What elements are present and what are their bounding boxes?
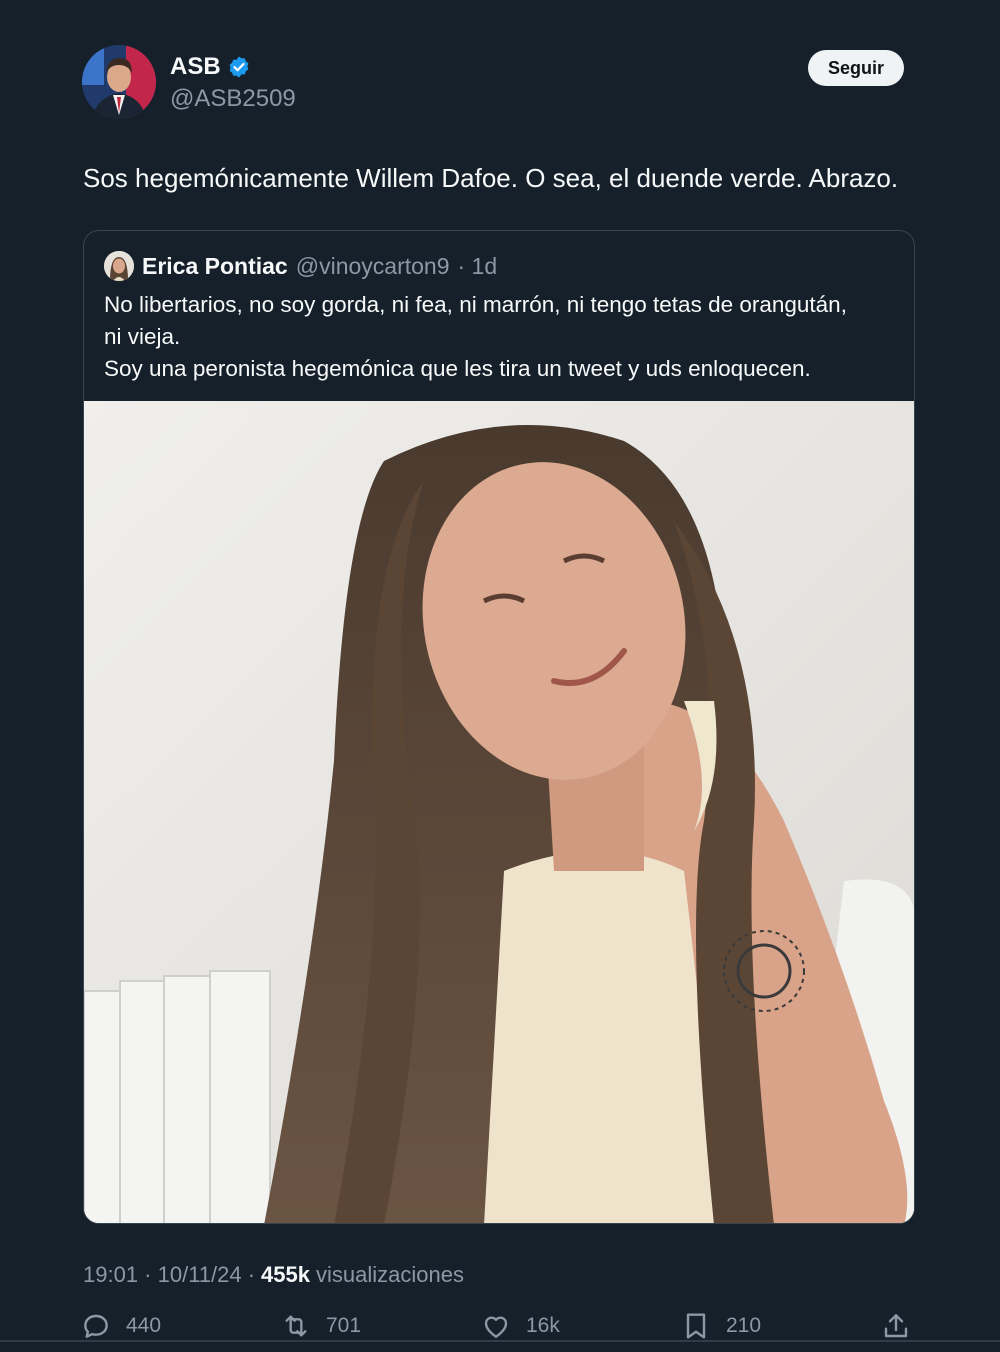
tweet-timestamp[interactable]: 19:01 · 10/11/24 · [83, 1262, 255, 1288]
views-count[interactable]: 455k [261, 1262, 310, 1288]
reply-count: 440 [126, 1314, 162, 1337]
quoted-tweet-header: Erica Pontiac @vinoycarton9 · 1d [104, 251, 497, 281]
quoted-tweet-line: ni vieja. [104, 324, 181, 349]
reply-icon [84, 1314, 108, 1338]
retweet-button[interactable]: 701 [280, 1310, 361, 1342]
tweet-meta: 19:01 · 10/11/24 · 455k visualizaciones [83, 1262, 464, 1288]
like-button[interactable]: 16k [480, 1310, 560, 1342]
author-handle[interactable]: @ASB2509 [170, 85, 296, 113]
divider [0, 1340, 1000, 1342]
quoted-tweet-photo[interactable] [84, 401, 914, 1223]
bookmark-button[interactable]: 210 [680, 1310, 761, 1342]
quoted-author-avatar[interactable] [104, 251, 134, 281]
verified-badge-icon [227, 55, 251, 79]
views-label: visualizaciones [316, 1262, 464, 1287]
author-info: ASB @ASB2509 [170, 53, 296, 113]
share-button[interactable] [880, 1310, 912, 1342]
follow-button[interactable]: Seguir [808, 50, 904, 86]
quoted-tweet-card[interactable]: Erica Pontiac @vinoycarton9 · 1d No libe… [83, 230, 915, 1224]
retweet-count: 701 [326, 1314, 362, 1337]
retweet-icon [285, 1315, 307, 1337]
heart-icon [484, 1316, 508, 1338]
author-avatar[interactable] [82, 45, 156, 119]
quoted-tweet-line: Soy una peronista hegemónica que les tir… [104, 356, 811, 381]
bookmark-count: 210 [726, 1314, 762, 1337]
quoted-tweet-time: · 1d [457, 252, 498, 279]
bookmark-icon [686, 1313, 706, 1339]
quoted-author-handle[interactable]: @vinoycarton9 [296, 253, 450, 280]
tweet-detail-page: ASB @ASB2509 Seguir Sos hegemónicamente … [0, 0, 1000, 1352]
like-count: 16k [526, 1314, 560, 1337]
author-display-name[interactable]: ASB [170, 53, 221, 81]
quoted-tweet-text: No libertarios, no soy gorda, ni fea, ni… [104, 289, 904, 385]
reply-button[interactable]: 440 [80, 1310, 161, 1342]
quoted-author-name[interactable]: Erica Pontiac [142, 253, 288, 280]
quoted-tweet-line: No libertarios, no soy gorda, ni fea, ni… [104, 292, 847, 317]
share-icon [884, 1314, 908, 1338]
tweet-text: Sos hegemónicamente Willem Dafoe. O sea,… [83, 163, 899, 193]
tweet-header: ASB @ASB2509 Seguir [82, 45, 904, 121]
